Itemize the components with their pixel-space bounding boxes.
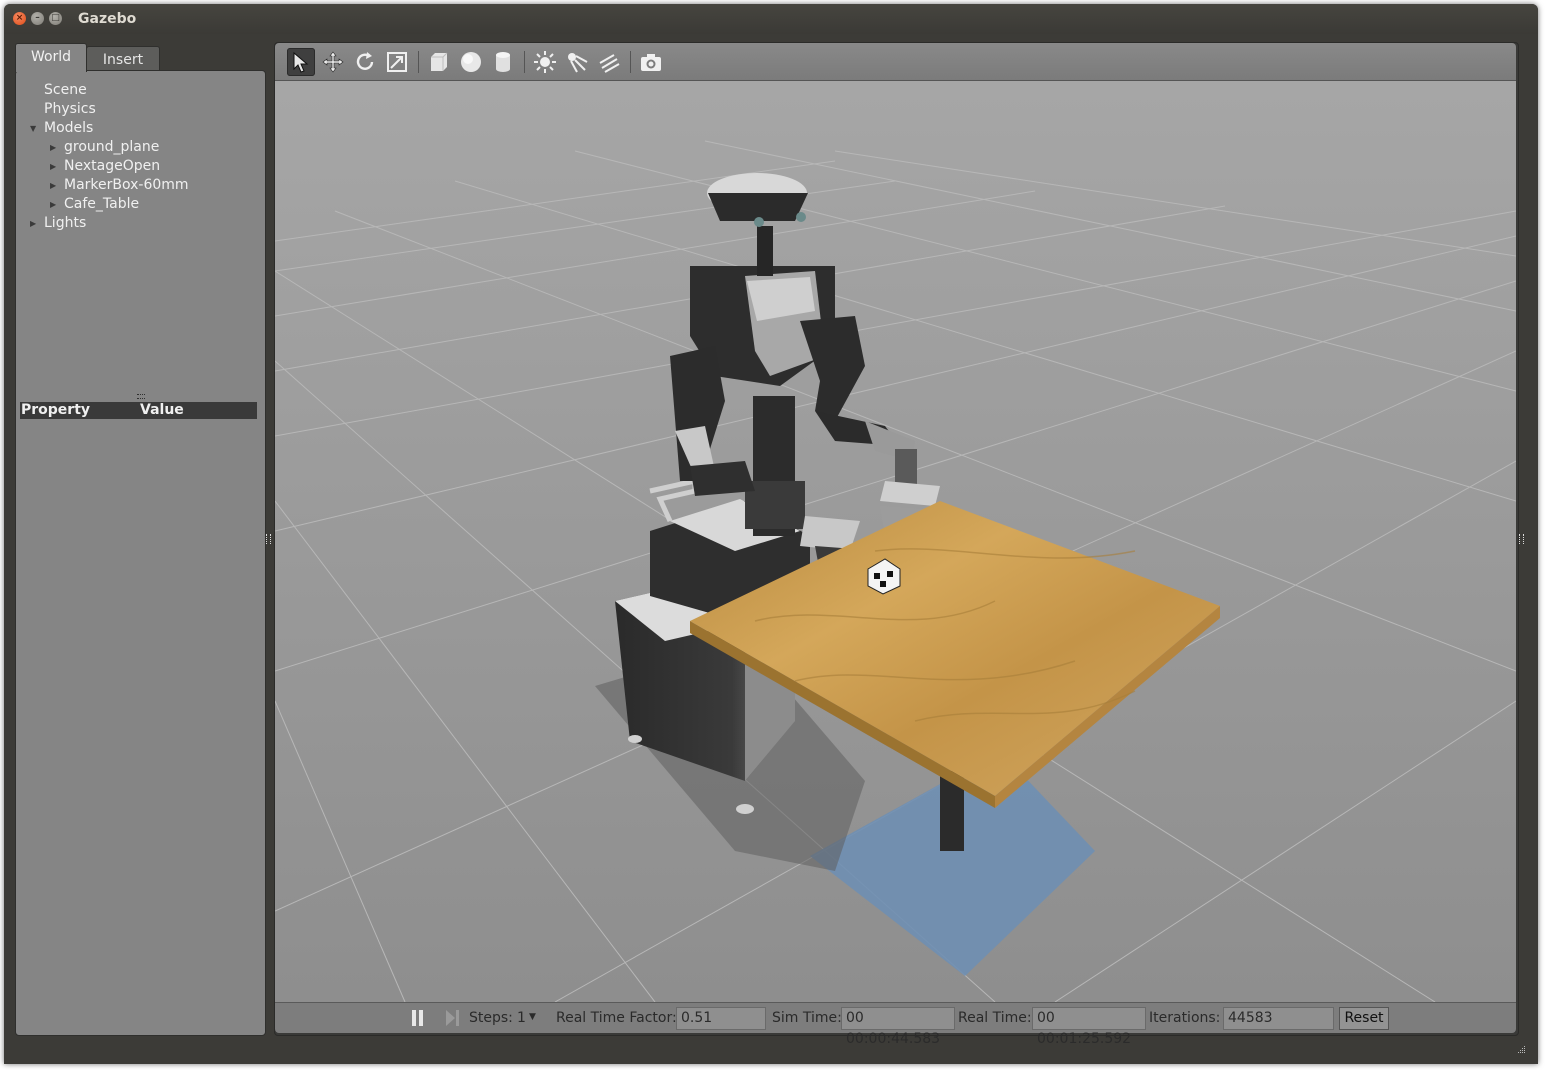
gazebo-window: × – □ Gazebo World Insert Scene Physics …	[4, 4, 1538, 1064]
world-panel: Scene Physics ▼ Models ▶ ground_plane ▶ …	[15, 70, 266, 1036]
resize-grip-icon[interactable]	[1516, 1044, 1526, 1054]
status-bar: Steps: 1 ▼ Real Time Factor: 0.51 Sim Ti…	[275, 1002, 1516, 1047]
right-splitter-handle[interactable]	[1519, 534, 1524, 544]
iterations-field: 44583	[1223, 1007, 1334, 1030]
cylinder-icon[interactable]	[489, 48, 517, 76]
pause-icon[interactable]	[410, 1009, 426, 1027]
tree-item-models[interactable]: Models	[44, 119, 93, 138]
directional-light-icon[interactable]	[595, 48, 623, 76]
point-light-icon[interactable]	[531, 48, 559, 76]
collapsed-arrow-icon[interactable]: ▶	[50, 162, 56, 171]
sim-time-field: 00 00:00:44.583	[841, 1007, 955, 1047]
close-window-button[interactable]: ×	[13, 12, 26, 25]
real-time-factor-label: Real Time Factor:	[556, 1010, 677, 1026]
collapsed-arrow-icon[interactable]: ▶	[50, 143, 56, 152]
property-column-header[interactable]: Property	[21, 402, 90, 419]
reset-button[interactable]: Reset	[1339, 1007, 1389, 1030]
scale-icon[interactable]	[383, 48, 411, 76]
property-table-header: Property Value	[20, 402, 257, 419]
tree-item-model[interactable]: MarkerBox-60mm	[64, 176, 189, 195]
tab-world[interactable]: World	[15, 43, 87, 72]
tree-item-lights[interactable]: Lights	[44, 214, 86, 233]
real-time-label: Real Time:	[958, 1010, 1032, 1026]
tree-item-physics[interactable]: Physics	[44, 100, 96, 119]
tab-insert[interactable]: Insert	[86, 46, 160, 73]
toolbar	[275, 43, 1516, 81]
steps-value[interactable]: 1	[517, 1010, 526, 1026]
spot-light-icon[interactable]	[563, 48, 591, 76]
tree-item-model[interactable]: NextageOpen	[64, 157, 160, 176]
tree-item-model[interactable]: ground_plane	[64, 138, 159, 157]
sphere-icon[interactable]	[457, 48, 485, 76]
title-bar: × – □ Gazebo	[4, 4, 1538, 34]
maximize-window-button[interactable]: □	[49, 12, 62, 25]
toolbar-separator	[524, 51, 525, 73]
3d-viewport[interactable]	[275, 81, 1516, 1002]
left-splitter-handle[interactable]	[266, 534, 271, 544]
real-time-factor-field: 0.51	[676, 1007, 766, 1030]
expanded-arrow-icon[interactable]: ▼	[30, 124, 36, 133]
minimize-window-button[interactable]: –	[31, 12, 44, 25]
rotate-icon[interactable]	[351, 48, 379, 76]
camera-icon[interactable]	[637, 48, 665, 76]
window-title: Gazebo	[78, 11, 137, 27]
step-forward-icon[interactable]	[445, 1009, 461, 1027]
steps-label: Steps:	[469, 1010, 513, 1026]
value-column-header[interactable]: Value	[140, 402, 184, 419]
sim-time-label: Sim Time:	[772, 1010, 842, 1026]
toolbar-separator	[418, 51, 419, 73]
toolbar-separator	[630, 51, 631, 73]
collapsed-arrow-icon[interactable]: ▶	[30, 219, 36, 228]
steps-dropdown-icon[interactable]: ▼	[529, 1012, 536, 1022]
box-icon[interactable]	[425, 48, 453, 76]
tree-item-scene[interactable]: Scene	[44, 81, 87, 100]
tree-item-model[interactable]: Cafe_Table	[64, 195, 139, 214]
collapsed-arrow-icon[interactable]: ▶	[50, 181, 56, 190]
real-time-field: 00 00:01:25.592	[1032, 1007, 1146, 1047]
iterations-label: Iterations:	[1149, 1010, 1221, 1026]
splitter-handle[interactable]	[137, 394, 145, 399]
select-arrow-icon[interactable]	[287, 48, 315, 76]
collapsed-arrow-icon[interactable]: ▶	[50, 200, 56, 209]
scene-render	[275, 81, 1516, 1002]
translate-icon[interactable]	[319, 48, 347, 76]
